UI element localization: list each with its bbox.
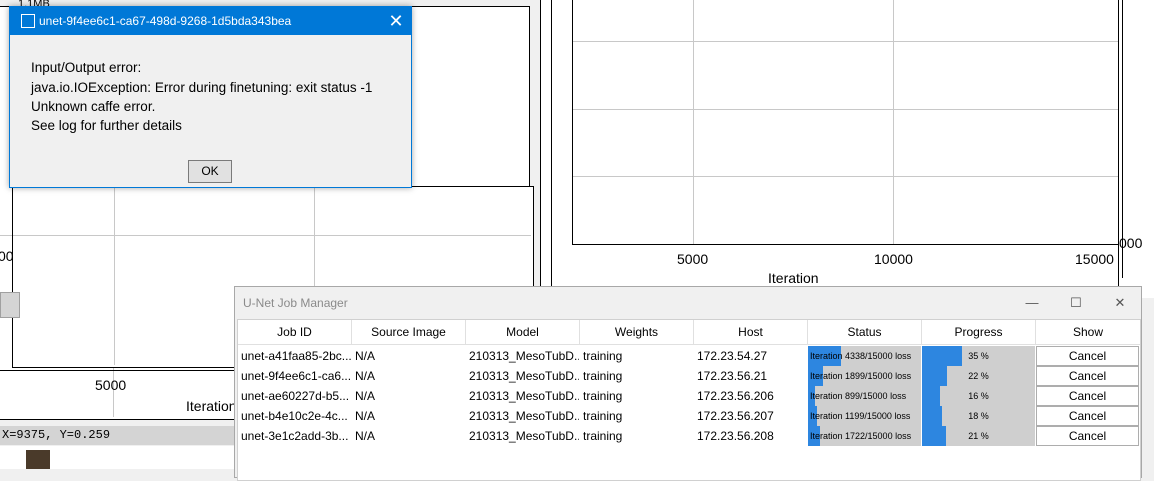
- error-line-2: java.io.IOException: Error during finetu…: [31, 80, 373, 95]
- column-header[interactable]: Show: [1036, 320, 1140, 345]
- left-plot-x-tick: 5000: [95, 377, 127, 393]
- right-plot-area: [572, 0, 1119, 245]
- right-plot-x-tick-3: 15000: [1075, 251, 1114, 267]
- weights-cell: training: [583, 369, 623, 383]
- error-line-4: See log for further details: [31, 118, 182, 133]
- app-icon: [21, 14, 35, 28]
- table-row[interactable]: unet-a41faa85-2bc... N/A 210313_MesoTubD..…: [238, 346, 1140, 366]
- left-plot-y-tick: 00: [0, 248, 14, 264]
- job-manager-title: U-Net Job Manager: [243, 296, 348, 310]
- weights-cell: training: [583, 389, 623, 403]
- thumbnail-strip: [0, 446, 236, 469]
- source-image-cell: N/A: [355, 429, 376, 443]
- column-header[interactable]: Status: [808, 320, 922, 345]
- progress-bar: 22 %: [922, 366, 1035, 386]
- error-line-1: Input/Output error:: [31, 60, 142, 75]
- job-id-cell: unet-b4e10c2e-4c...: [241, 409, 348, 423]
- cancel-button[interactable]: Cancel: [1036, 346, 1139, 366]
- status-text: Iteration 1899/15000 loss: [810, 371, 912, 381]
- status-progress-cell: Iteration 1199/15000 loss: [808, 406, 921, 426]
- status-progress-cell: Iteration 899/15000 loss: [808, 386, 921, 406]
- host-cell: 172.23.56.21: [697, 369, 768, 383]
- progress-label: 18 %: [968, 411, 989, 421]
- status-progress-cell: Iteration 4338/15000 loss: [808, 346, 921, 366]
- left-plot-axis-line: [0, 370, 236, 371]
- status-progress-cell: Iteration 1722/15000 loss: [808, 426, 921, 446]
- status-progress-cell: Iteration 1899/15000 loss: [808, 366, 921, 386]
- table-row[interactable]: unet-ae60227d-b5... N/A 210313_MesoTubD...…: [238, 386, 1140, 406]
- column-header[interactable]: Host: [694, 320, 808, 345]
- progress-label: 21 %: [968, 431, 989, 441]
- host-cell: 172.23.56.208: [697, 429, 774, 443]
- maximize-icon[interactable]: ☐: [1061, 291, 1091, 315]
- weights-cell: training: [583, 349, 623, 363]
- progress-bar: 16 %: [922, 386, 1035, 406]
- status-text: Iteration 899/15000 loss: [810, 391, 907, 401]
- source-image-cell: N/A: [355, 369, 376, 383]
- weights-cell: training: [583, 409, 623, 423]
- weights-cell: training: [583, 429, 623, 443]
- progress-bar: 18 %: [922, 406, 1035, 426]
- host-cell: 172.23.56.206: [697, 389, 774, 403]
- jobs-table: Job ID Source Image Model Weights Host S…: [237, 319, 1141, 481]
- job-manager-window: U-Net Job Manager — ☐ ✕ Job ID Source Im…: [234, 286, 1142, 481]
- coords-status-bar: X=9375, Y=0.259: [0, 426, 238, 445]
- far-right-y-tick: 000: [1119, 235, 1143, 251]
- source-image-cell: N/A: [355, 389, 376, 403]
- model-cell: 210313_MesoTubD...: [469, 369, 579, 383]
- table-row[interactable]: unet-b4e10c2e-4c... N/A 210313_MesoTubD...…: [238, 406, 1140, 426]
- source-image-cell: N/A: [355, 409, 376, 423]
- error-line-3: Unknown caffe error.: [31, 99, 156, 114]
- cancel-button[interactable]: Cancel: [1036, 406, 1139, 426]
- status-text: Iteration 1199/15000 loss: [810, 411, 911, 421]
- host-cell: 172.23.54.27: [697, 349, 768, 363]
- model-cell: 210313_MesoTubD...: [469, 409, 579, 423]
- table-row[interactable]: unet-3e1c2add-3b... N/A 210313_MesoTubD...…: [238, 426, 1140, 446]
- progress-bar: 21 %: [922, 426, 1035, 446]
- job-id-cell: unet-3e1c2add-3b...: [241, 429, 349, 443]
- dialog-title: unet-9f4ee6c1-ca67-498d-9268-1d5bda343be…: [39, 14, 292, 28]
- table-row[interactable]: unet-9f4ee6c1-ca6... N/A 210313_MesoTubD..…: [238, 366, 1140, 386]
- progress-label: 35 %: [968, 351, 989, 361]
- model-cell: 210313_MesoTubD...: [469, 389, 579, 403]
- left-plot-gray-strip: [0, 292, 20, 318]
- dialog-title-bar[interactable]: unet-9f4ee6c1-ca67-498d-9268-1d5bda343be…: [10, 7, 411, 35]
- column-header[interactable]: Weights: [580, 320, 694, 345]
- minimize-icon[interactable]: —: [1017, 291, 1047, 315]
- status-text: Iteration 1722/15000 loss: [810, 431, 912, 441]
- job-id-cell: unet-9f4ee6c1-ca6...: [241, 369, 351, 383]
- right-plot-xlabel: Iteration: [768, 270, 819, 286]
- error-dialog: unet-9f4ee6c1-ca67-498d-9268-1d5bda343be…: [9, 6, 412, 188]
- close-icon[interactable]: ✕: [1105, 291, 1135, 315]
- cancel-button[interactable]: Cancel: [1036, 366, 1139, 386]
- far-right-panel: 000: [1119, 0, 1154, 278]
- column-header[interactable]: Job ID: [238, 320, 352, 345]
- job-id-cell: unet-ae60227d-b5...: [241, 389, 350, 403]
- job-id-cell: unet-a41faa85-2bc...: [241, 349, 351, 363]
- right-plot-window: 5000 10000 15000 Iteration 000: [540, 0, 1154, 298]
- right-plot-x-tick-2: 10000: [874, 251, 913, 267]
- progress-label: 16 %: [968, 391, 989, 401]
- cancel-button[interactable]: Cancel: [1036, 386, 1139, 406]
- model-cell: 210313_MesoTubD...: [469, 429, 579, 443]
- progress-label: 22 %: [968, 371, 989, 381]
- close-icon[interactable]: ✕: [381, 7, 411, 35]
- status-text: Iteration 4338/15000 loss: [810, 351, 912, 361]
- left-plot-xlabel: Iteration: [186, 398, 237, 414]
- column-header[interactable]: Source Image: [352, 320, 466, 345]
- model-cell: 210313_MesoTubD...: [469, 349, 579, 363]
- cancel-button[interactable]: Cancel: [1036, 426, 1139, 446]
- right-plot-x-tick-1: 5000: [677, 251, 709, 267]
- ok-button[interactable]: OK: [188, 160, 232, 183]
- source-image-cell: N/A: [355, 349, 376, 363]
- column-header[interactable]: Progress: [922, 320, 1036, 345]
- progress-bar: 35 %: [922, 346, 1035, 366]
- column-header[interactable]: Model: [466, 320, 580, 345]
- host-cell: 172.23.56.207: [697, 409, 774, 423]
